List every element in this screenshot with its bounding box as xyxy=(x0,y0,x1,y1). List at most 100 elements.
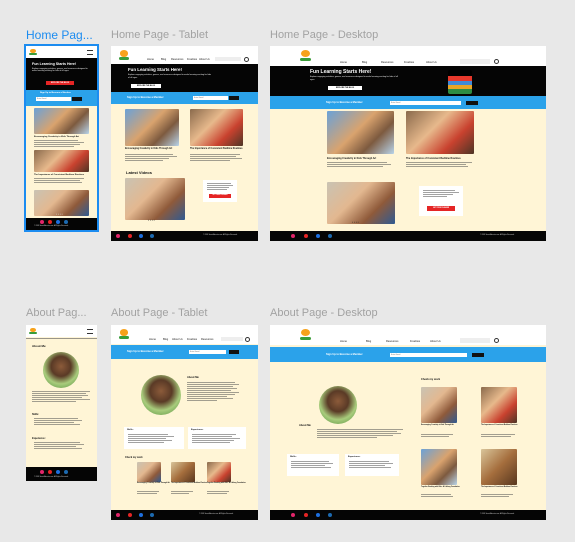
youtube-icon[interactable] xyxy=(48,470,52,474)
work-title[interactable]: The Importance of Consistent Bedtime Rou… xyxy=(481,487,517,488)
instagram-icon[interactable] xyxy=(291,234,295,238)
nav-item-freebies[interactable]: Freebies xyxy=(404,61,414,64)
explore-blog-button[interactable]: EXPLORE THE BLOG xyxy=(46,81,74,85)
artboard-about-desktop[interactable]: Home Blog Resources Freebies About Us Si… xyxy=(270,325,546,520)
work-title[interactable]: The Importance of Consistent Bedtime Rou… xyxy=(481,425,517,426)
work-title[interactable]: Encouraging Creativity in Kids Through A… xyxy=(421,425,454,426)
search-icon[interactable] xyxy=(245,337,250,342)
nav-item-home[interactable]: Home xyxy=(147,58,154,61)
instagram-icon[interactable] xyxy=(40,470,44,474)
submit-button[interactable] xyxy=(229,96,239,100)
work-image[interactable] xyxy=(421,387,457,423)
nav-item-blog[interactable]: Blog xyxy=(161,58,166,61)
work-image[interactable] xyxy=(207,462,231,482)
artboard-home-tablet[interactable]: Home Blog Resources Freebies About Us Fu… xyxy=(111,46,258,241)
post-title[interactable]: Encouraging Creativity in Kids Through A… xyxy=(327,157,376,160)
search-icon[interactable] xyxy=(494,338,499,343)
submit-button[interactable] xyxy=(72,97,82,101)
artboard-home-desktop[interactable]: Home Blog Resources Freebies About Us Fu… xyxy=(270,46,546,241)
post-title[interactable]: The Importance of Consistent Bedtime Rou… xyxy=(406,157,461,160)
linkedin-icon[interactable] xyxy=(328,513,332,517)
artboard-about-tablet[interactable]: Home Blog About Us Freebies Resources Si… xyxy=(111,325,258,520)
nav-item-blog[interactable]: Blog xyxy=(362,61,367,64)
work-image[interactable] xyxy=(481,449,517,485)
nav-item-about[interactable]: About Us xyxy=(172,338,183,341)
linkedin-icon[interactable] xyxy=(64,470,68,474)
instagram-icon[interactable] xyxy=(291,513,295,517)
nav-item-home[interactable]: Home xyxy=(149,338,156,341)
facebook-icon[interactable] xyxy=(139,234,143,238)
frame-label-home-desktop[interactable]: Home Page - Desktop xyxy=(270,29,378,41)
instagram-icon[interactable] xyxy=(116,234,120,238)
nav-item-freebies[interactable]: Freebies xyxy=(187,58,197,61)
nav-item-resources[interactable]: Resources xyxy=(381,61,393,64)
logo-icon[interactable] xyxy=(118,49,130,61)
artboard-home-mobile[interactable]: Fun Learning Starts Here! Explore engagi… xyxy=(24,44,99,232)
facebook-icon[interactable] xyxy=(316,234,320,238)
youtube-icon[interactable] xyxy=(304,234,308,238)
work-image[interactable] xyxy=(171,462,195,482)
search-input[interactable] xyxy=(460,338,490,343)
nav-item-about[interactable]: About Us xyxy=(426,61,437,64)
explore-blog-button[interactable]: EXPLORE THE BLOG xyxy=(328,86,362,90)
nav-item-resources[interactable]: Resources xyxy=(201,338,213,341)
logo-icon[interactable] xyxy=(299,328,312,341)
nav-item-home[interactable]: Home xyxy=(340,61,347,64)
nav-item-blog[interactable]: Blog xyxy=(163,338,168,341)
email-input[interactable]: Enter Email xyxy=(189,350,226,354)
menu-icon[interactable] xyxy=(87,329,93,334)
work-title[interactable]: Together Reading with Kids: A Lifelong F… xyxy=(421,487,460,488)
submit-button[interactable] xyxy=(229,350,239,354)
post-title[interactable]: Encouraging Creativity in Kids Through A… xyxy=(125,148,172,150)
linkedin-icon[interactable] xyxy=(150,513,154,517)
nav-item-resources[interactable]: Resources xyxy=(171,58,183,61)
youtube-icon[interactable] xyxy=(48,220,52,224)
logo-icon[interactable] xyxy=(118,328,130,340)
linkedin-icon[interactable] xyxy=(150,234,154,238)
video-image[interactable] xyxy=(327,182,395,224)
nav-item-resources[interactable]: Resources xyxy=(386,340,398,343)
email-input[interactable]: Enter Email xyxy=(193,96,228,100)
post-image[interactable] xyxy=(125,109,179,146)
logo-icon[interactable] xyxy=(299,49,312,62)
search-input[interactable] xyxy=(460,59,490,64)
post-title[interactable]: The Importance of Consistent Bedtime Rou… xyxy=(34,174,84,176)
facebook-icon[interactable] xyxy=(316,513,320,517)
nav-item-about[interactable]: About Us xyxy=(199,58,210,61)
email-input[interactable]: Enter Email xyxy=(390,101,461,105)
frame-label-home-mobile[interactable]: Home Pag... xyxy=(26,28,93,42)
search-input[interactable] xyxy=(221,337,243,341)
free-planner-button[interactable]: GET FREE PLANNER xyxy=(209,194,231,198)
nav-item-home[interactable]: Home xyxy=(340,340,347,343)
artboard-about-mobile[interactable]: About Me Skills: Experience: © 2024 Smar… xyxy=(26,325,97,481)
instagram-icon[interactable] xyxy=(116,513,120,517)
post-image[interactable] xyxy=(34,108,89,134)
post-image[interactable] xyxy=(406,111,474,154)
post-image[interactable] xyxy=(190,109,243,146)
email-input[interactable]: Enter Email xyxy=(36,97,71,101)
work-image[interactable] xyxy=(481,387,517,423)
frame-label-home-tablet[interactable]: Home Page - Tablet xyxy=(111,29,208,41)
facebook-icon[interactable] xyxy=(56,220,60,224)
search-icon[interactable] xyxy=(494,59,499,64)
submit-button[interactable] xyxy=(472,353,484,357)
logo-icon[interactable] xyxy=(29,327,37,335)
frame-label-about-mobile[interactable]: About Pag... xyxy=(26,307,87,319)
youtube-icon[interactable] xyxy=(128,234,132,238)
search-icon[interactable] xyxy=(244,57,249,62)
nav-item-freebies[interactable]: Freebies xyxy=(187,338,197,341)
post-title[interactable]: Encouraging Creativity in Kids Through A… xyxy=(34,136,79,138)
work-title[interactable]: Together Reading with Kids: A Lifelong F… xyxy=(207,483,246,484)
work-image[interactable] xyxy=(421,449,457,485)
nav-item-blog[interactable]: Blog xyxy=(366,340,371,343)
explore-blog-button[interactable]: EXPLORE THE BLOG xyxy=(131,84,161,88)
instagram-icon[interactable] xyxy=(40,220,44,224)
post-image[interactable] xyxy=(34,150,89,172)
work-title[interactable]: Encouraging Creativity in Kids Through A… xyxy=(137,483,170,484)
video-image[interactable] xyxy=(125,178,185,220)
frame-label-about-tablet[interactable]: About Page - Tablet xyxy=(111,307,207,319)
frame-label-about-desktop[interactable]: About Page - Desktop xyxy=(270,307,378,319)
email-input[interactable]: Enter Email xyxy=(390,353,467,357)
logo-icon[interactable] xyxy=(29,48,37,56)
submit-button[interactable] xyxy=(466,101,478,105)
